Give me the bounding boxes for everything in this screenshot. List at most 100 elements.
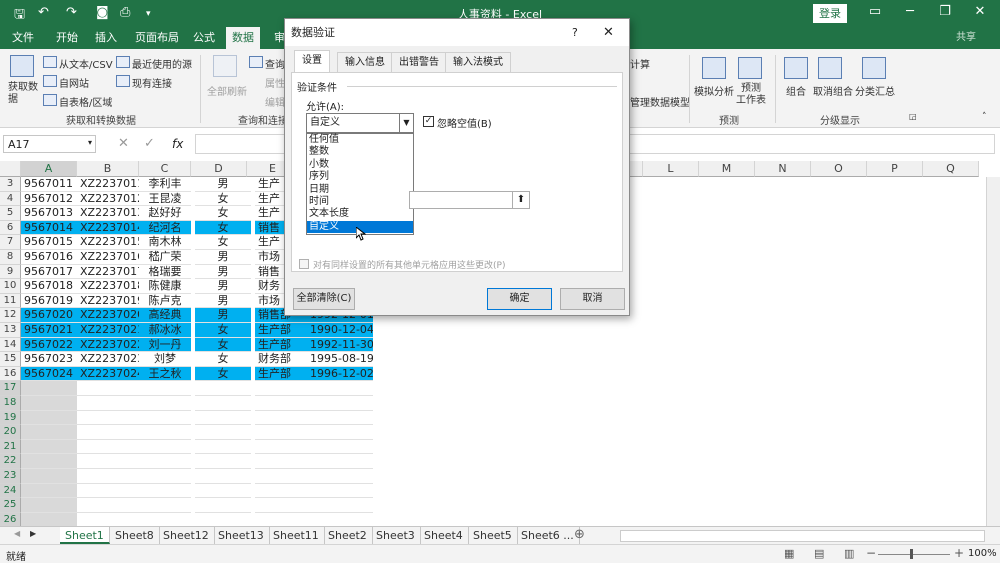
table-cell[interactable] — [77, 484, 139, 499]
minimize-icon[interactable]: ─ — [896, 4, 924, 19]
dropdown-option[interactable]: 文本长度 — [307, 208, 413, 220]
table-cell[interactable]: 1990-12-04 — [307, 323, 373, 338]
column-header[interactable]: C — [139, 161, 191, 177]
clear-all-button[interactable]: 全部清除(C) — [293, 288, 355, 310]
table-cell[interactable] — [195, 396, 251, 411]
table-cell[interactable]: 南木林 — [139, 235, 191, 250]
row-header[interactable]: 5 — [0, 206, 21, 221]
dropdown-option[interactable]: 时间 — [307, 196, 413, 208]
table-cell[interactable] — [139, 381, 191, 396]
table-cell[interactable] — [307, 411, 373, 426]
sheet-tab[interactable]: Sheet5 — [468, 527, 518, 544]
table-cell[interactable] — [139, 469, 191, 484]
table-cell[interactable]: 女 — [195, 366, 251, 382]
table-cell[interactable]: 9567015 — [21, 235, 77, 250]
table-cell[interactable] — [21, 454, 77, 469]
table-cell[interactable]: 男 — [195, 177, 251, 192]
zoom-out-icon[interactable]: − — [866, 546, 876, 560]
dialog-close-icon[interactable]: ✕ — [603, 19, 614, 46]
dropdown-option[interactable]: 任何值 — [307, 134, 413, 146]
column-header[interactable]: P — [867, 161, 923, 177]
table-cell[interactable]: 9567012 — [21, 192, 77, 207]
help-button[interactable]: ? — [572, 19, 578, 46]
table-cell[interactable]: 男 — [195, 265, 251, 280]
existing-connections-button[interactable]: 现有连接 — [132, 75, 172, 90]
row-header[interactable]: 19 — [0, 410, 21, 426]
manage-model-button[interactable]: 管理数据模型 — [630, 94, 690, 109]
table-cell[interactable] — [255, 381, 307, 396]
table-cell[interactable]: 嵇广荣 — [139, 250, 191, 265]
tab-formulas[interactable]: 公式 — [187, 27, 221, 49]
refresh-all-button[interactable]: 全部刷新 — [207, 83, 247, 98]
ok-button[interactable]: 确定 — [487, 288, 552, 310]
table-cell[interactable]: 女 — [195, 352, 251, 367]
what-if-icon[interactable] — [702, 57, 726, 79]
zoom-slider-thumb[interactable] — [910, 549, 913, 559]
row-header[interactable]: 24 — [0, 483, 21, 499]
table-cell[interactable]: XZ2237015 — [77, 235, 139, 250]
chevron-down-icon[interactable]: ▼ — [399, 114, 413, 132]
collapse-ribbon-icon[interactable]: ˄ — [982, 112, 987, 122]
from-text-button[interactable]: 从文本/CSV — [59, 56, 113, 71]
from-web-button[interactable]: 自网站 — [59, 75, 89, 90]
row-header[interactable]: 11 — [0, 293, 21, 309]
page-break-view-icon[interactable]: ▥ — [844, 547, 854, 560]
table-cell[interactable] — [307, 425, 373, 440]
sheet-tab[interactable]: Sheet11 — [268, 527, 325, 544]
column-header[interactable]: O — [811, 161, 867, 177]
row-header[interactable]: 9 — [0, 264, 21, 280]
table-cell[interactable] — [139, 411, 191, 426]
normal-view-icon[interactable]: ▦ — [784, 547, 794, 560]
zoom-slider[interactable] — [878, 554, 950, 555]
table-cell[interactable]: 9567011 — [21, 177, 77, 192]
table-cell[interactable] — [77, 381, 139, 396]
table-cell[interactable] — [21, 469, 77, 484]
dropdown-option[interactable]: 日期 — [307, 184, 413, 196]
zoom-in-icon[interactable]: + — [954, 546, 964, 560]
namebox-dropdown-icon[interactable]: ▾ — [88, 138, 92, 147]
group-icon[interactable] — [784, 57, 808, 79]
table-cell[interactable] — [77, 425, 139, 440]
table-cell[interactable]: 1992-11-30 — [307, 337, 373, 353]
what-if-button[interactable]: 模拟分析 — [694, 83, 734, 98]
table-cell[interactable]: 女 — [195, 337, 251, 353]
group-button[interactable]: 组合 — [786, 83, 806, 98]
sheet-tab[interactable]: Sheet6 ... — [516, 527, 580, 544]
table-cell[interactable] — [307, 454, 373, 469]
table-cell[interactable]: XZ2237014 — [77, 220, 139, 236]
table-cell[interactable] — [195, 454, 251, 469]
tab-page-layout[interactable]: 页面布局 — [129, 27, 185, 49]
add-sheet-icon[interactable]: ⊕ — [574, 527, 585, 542]
table-cell[interactable]: 李利丰 — [139, 177, 191, 192]
table-cell[interactable]: XZ2237024 — [77, 366, 139, 382]
row-header[interactable]: 14 — [0, 337, 21, 353]
table-cell[interactable]: XZ2237019 — [77, 294, 139, 309]
table-cell[interactable]: 王之秋 — [139, 366, 191, 382]
table-cell[interactable] — [139, 454, 191, 469]
table-cell[interactable]: 生产部 — [255, 337, 307, 353]
row-header[interactable]: 3 — [0, 177, 21, 192]
table-cell[interactable]: 刘一丹 — [139, 337, 191, 353]
table-cell[interactable]: 王昆凌 — [139, 192, 191, 207]
table-cell[interactable]: 男 — [195, 294, 251, 309]
table-cell[interactable]: XZ2237016 — [77, 250, 139, 265]
table-cell[interactable]: 财务部 — [255, 352, 307, 367]
table-cell[interactable] — [307, 440, 373, 455]
table-cell[interactable]: 女 — [195, 323, 251, 338]
outline-launcher-icon[interactable]: ◲ — [909, 112, 917, 121]
table-cell[interactable] — [77, 498, 139, 513]
row-header[interactable]: 7 — [0, 235, 21, 250]
table-cell[interactable] — [307, 381, 373, 396]
sheet-tab[interactable]: Sheet4 — [419, 527, 469, 544]
sheet-tab[interactable]: Sheet13 — [213, 527, 270, 544]
properties-button[interactable]: 属性 — [265, 75, 285, 90]
table-cell[interactable] — [255, 396, 307, 411]
table-cell[interactable]: 格瑞要 — [139, 265, 191, 280]
tab-data[interactable]: 数据 — [226, 27, 260, 49]
row-header[interactable]: 16 — [0, 366, 21, 382]
table-cell[interactable]: 男 — [195, 250, 251, 265]
apply-all-checkbox[interactable] — [299, 259, 309, 269]
table-cell[interactable]: XZ2237013 — [77, 206, 139, 221]
table-cell[interactable] — [195, 425, 251, 440]
table-cell[interactable]: 女 — [195, 220, 251, 236]
